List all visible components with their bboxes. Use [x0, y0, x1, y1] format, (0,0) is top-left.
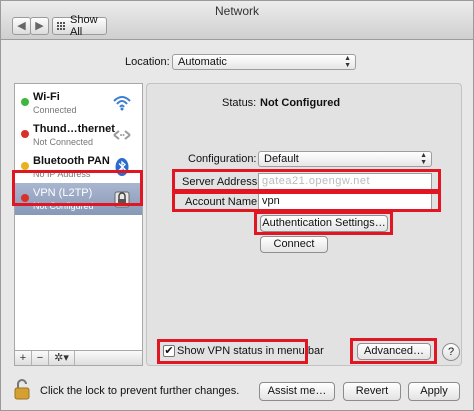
status-dot-yellow — [21, 162, 29, 170]
status-dot-red — [21, 130, 29, 138]
location-popup[interactable]: Automatic ▲ ▼ — [172, 54, 356, 70]
wifi-icon — [113, 96, 131, 111]
remove-service-button[interactable]: − — [32, 351, 49, 365]
help-button[interactable]: ? — [442, 343, 460, 361]
title-bar: Network ◀ ▶ Show All — [1, 1, 473, 40]
unlocked-padlock-icon[interactable] — [14, 378, 32, 400]
highlight-vpn-service — [12, 170, 143, 206]
status-value: Not Configured — [260, 97, 341, 109]
network-preferences-window: Network ◀ ▶ Show All Location: Automatic… — [0, 0, 474, 411]
assist-me-button[interactable]: Assist me… — [259, 382, 335, 401]
highlight-show-vpn-status — [157, 339, 308, 364]
service-list: Wi-Fi Connected Thund…thernet Not Connec… — [14, 83, 143, 351]
back-button[interactable]: ◀ — [12, 17, 31, 35]
service-name: Bluetooth PAN — [33, 155, 110, 167]
highlight-server-address — [172, 169, 441, 192]
popup-arrows-icon: ▲ ▼ — [344, 55, 351, 69]
configuration-popup[interactable]: Default ▲ ▼ — [258, 151, 432, 167]
forward-button[interactable]: ▶ — [30, 17, 49, 35]
service-name: Wi-Fi — [33, 91, 60, 103]
status-label: Status: — [222, 97, 257, 109]
grid-icon — [57, 21, 66, 31]
add-service-button[interactable]: + — [15, 351, 32, 365]
location-label: Location: — [125, 56, 170, 68]
configuration-value: Default — [264, 153, 299, 165]
connect-button[interactable]: Connect — [260, 236, 328, 253]
status-dot-green — [21, 98, 29, 106]
service-status: Not Connected — [33, 137, 94, 147]
show-all-label: Show All — [70, 14, 98, 38]
highlight-account-name — [172, 191, 441, 212]
highlight-authentication-settings — [254, 211, 393, 235]
configuration-label: Configuration: — [188, 153, 257, 165]
action-menu-button[interactable]: ✲▾ — [49, 351, 75, 365]
service-status: Connected — [33, 105, 77, 115]
popup-arrows-icon: ▲ ▼ — [420, 152, 427, 166]
lock-message: Click the lock to prevent further change… — [40, 385, 240, 397]
service-name: Thund…thernet — [33, 123, 115, 135]
service-list-toolbar: + − ✲▾ — [14, 350, 143, 366]
revert-button[interactable]: Revert — [343, 382, 401, 401]
show-all-button[interactable]: Show All — [52, 14, 107, 38]
ethernet-arrows-icon — [113, 130, 131, 140]
location-value: Automatic — [178, 56, 227, 68]
service-item-thunderbolt-ethernet[interactable]: Thund…thernet Not Connected — [15, 119, 142, 151]
highlight-advanced — [350, 338, 437, 364]
apply-button[interactable]: Apply — [408, 382, 460, 401]
service-item-wifi[interactable]: Wi-Fi Connected — [15, 87, 142, 119]
